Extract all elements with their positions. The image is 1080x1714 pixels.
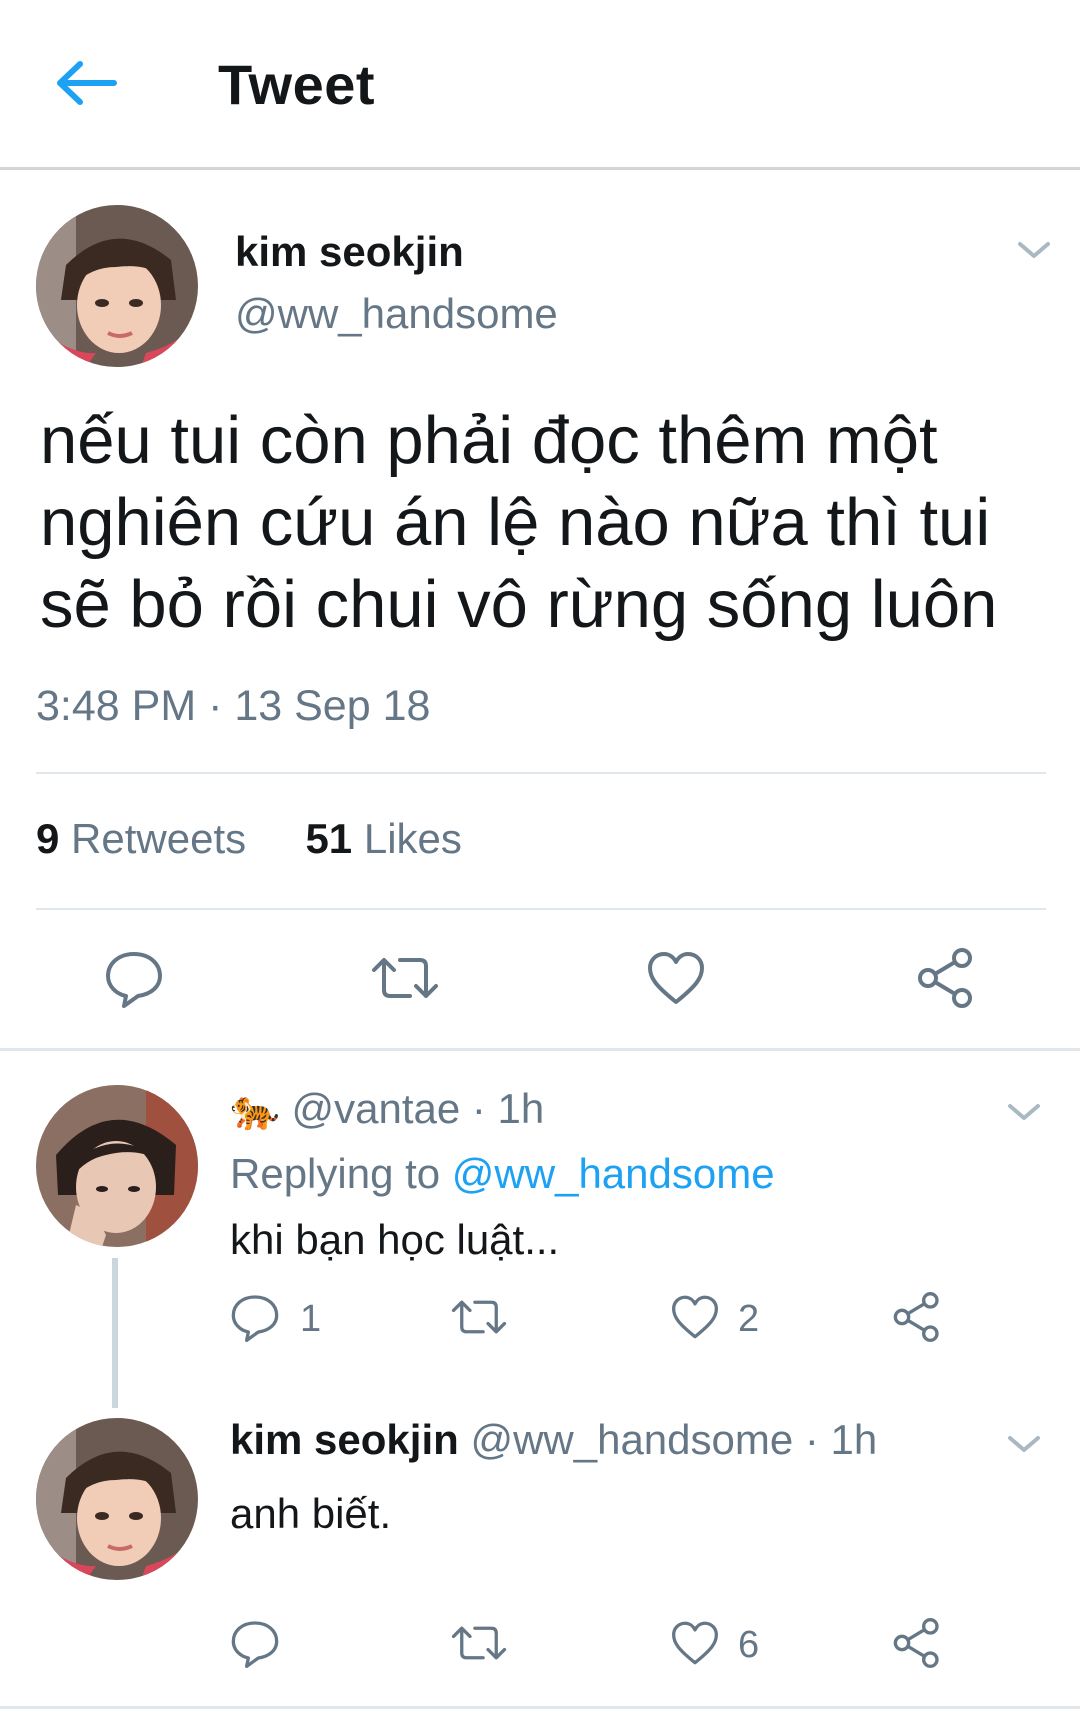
back-arrow-icon (57, 61, 117, 105)
page-title: Tweet (218, 53, 376, 116)
like-count: 2 (738, 1298, 760, 1340)
replying-to: Replying to @ww_handsome (230, 1150, 775, 1197)
reply-text: anh biết. (230, 1490, 392, 1537)
retweet-icon (451, 1300, 507, 1334)
share-icon (893, 1618, 939, 1668)
thread-connector (112, 1258, 118, 1408)
likes-stat[interactable]: 51 Likes (305, 815, 461, 862)
retweet-button[interactable] (370, 950, 440, 1011)
reply-share-button[interactable] (892, 1618, 942, 1673)
reply-retweet-button[interactable] (450, 1294, 508, 1345)
tweet-text: nếu tui còn phải đọc thêm một nghiên cứu… (40, 403, 998, 642)
chevron-down-icon (1018, 242, 1050, 258)
chevron-down-icon (1008, 1104, 1040, 1120)
replying-to-link[interactable]: @ww_handsome (452, 1150, 775, 1197)
share-button[interactable] (916, 948, 976, 1013)
reply-text: khi bạn học luật... (230, 1216, 560, 1263)
heart-icon (672, 1621, 718, 1665)
heart-icon (672, 1295, 718, 1339)
retweet-icon (372, 958, 438, 998)
reply-button[interactable] (104, 948, 164, 1013)
reply-icon (106, 952, 162, 1008)
section-divider (0, 1048, 1080, 1051)
reply-handle[interactable]: @vantae (291, 1085, 460, 1132)
top-bar: Tweet (0, 0, 1080, 170)
retweet-icon (451, 1626, 507, 1660)
reply-time: · 1h (471, 1085, 545, 1132)
share-icon (918, 948, 972, 1008)
chevron-down-icon (1008, 1436, 1040, 1452)
reply-share-button[interactable] (892, 1292, 942, 1347)
reply-like-button[interactable] (670, 1294, 720, 1345)
tweet-options-button[interactable] (1016, 238, 1052, 262)
share-icon (893, 1292, 939, 1342)
reply-options-button[interactable] (1006, 1432, 1042, 1456)
reply-icon (231, 1295, 279, 1342)
reply-handle[interactable]: @ww_handsome (470, 1416, 793, 1463)
author-name[interactable]: kim seokjin (235, 228, 464, 276)
tiger-emoji-icon: 🐅 (230, 1088, 280, 1132)
like-count: 6 (738, 1624, 760, 1666)
author-handle[interactable]: @ww_handsome (235, 290, 558, 338)
reply-name[interactable]: kim seokjin (230, 1416, 459, 1463)
author-avatar[interactable] (36, 205, 198, 367)
reply-options-button[interactable] (1006, 1100, 1042, 1124)
reply-count: 1 (300, 1298, 322, 1340)
reply-avatar[interactable] (36, 1085, 198, 1247)
tweet-stats: 9 Retweets 51 Likes (36, 815, 462, 863)
divider (36, 772, 1046, 774)
like-button[interactable] (646, 950, 706, 1011)
retweets-stat[interactable]: 9 Retweets (36, 815, 246, 862)
reply-header: kim seokjin @ww_handsome · 1h (230, 1416, 877, 1464)
reply-like-button[interactable] (670, 1620, 720, 1671)
reply-time: · 1h (804, 1416, 878, 1463)
bottom-divider (0, 1706, 1080, 1709)
reply-icon (231, 1621, 279, 1668)
tweet-timestamp[interactable]: 3:48 PM · 13 Sep 18 (36, 682, 430, 731)
back-button[interactable] (52, 58, 122, 108)
reply-reply-button[interactable] (230, 1618, 280, 1673)
reply-avatar[interactable] (36, 1418, 198, 1580)
reply-reply-button[interactable] (230, 1292, 280, 1347)
heart-icon (648, 952, 704, 1004)
reply-header: 🐅 @vantae · 1h (230, 1085, 544, 1133)
reply-retweet-button[interactable] (450, 1620, 508, 1671)
divider (36, 908, 1046, 910)
